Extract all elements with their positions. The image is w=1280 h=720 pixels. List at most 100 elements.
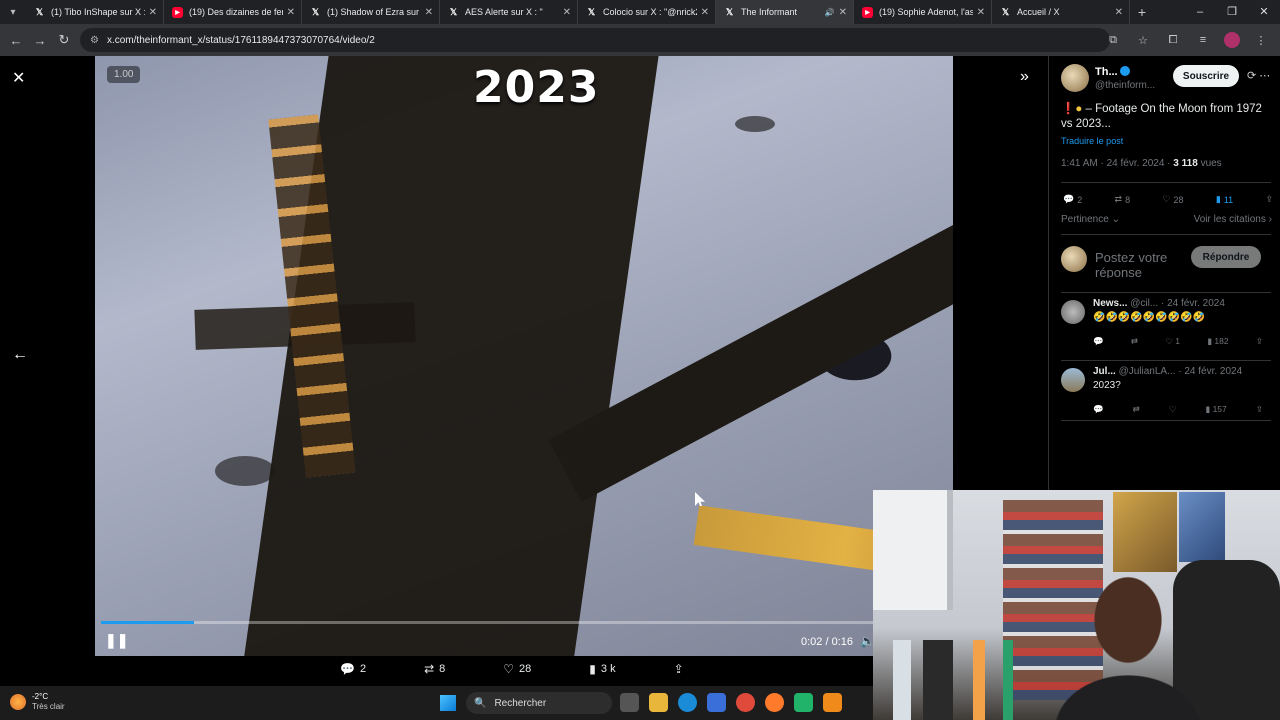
close-window-icon[interactable]: ✕ (1248, 0, 1280, 24)
media-control-icon[interactable]: ≡ (1190, 28, 1216, 52)
bookmark-star-icon[interactable]: ☆ (1130, 28, 1156, 52)
repost-icon[interactable]: ⇄ (1131, 336, 1138, 347)
reply-item[interactable]: Jul... @JulianLA... · 24 févr. 2024 2023… (1061, 366, 1273, 426)
close-tab-icon[interactable]: ✕ (149, 7, 157, 18)
task-view-icon[interactable] (620, 693, 639, 712)
extensions-icon[interactable]: ⧠ (1160, 28, 1186, 52)
repost-icon[interactable]: ⇄ (1133, 404, 1140, 415)
windows-start-icon[interactable] (440, 695, 456, 711)
reply-icon[interactable]: 💬 (1093, 404, 1104, 415)
reply-icon[interactable]: 💬 (1093, 336, 1104, 347)
close-tab-icon[interactable]: ✕ (287, 7, 295, 18)
browser-tab[interactable]: 𝕏 Colocio sur X : "@nrick21 ✕ (578, 0, 716, 24)
repost-button[interactable]: ⇄ 8 (424, 662, 445, 676)
close-tab-icon[interactable]: ✕ (701, 7, 709, 18)
reply-author[interactable]: News... (1093, 298, 1127, 309)
view-count: 157 (1212, 404, 1227, 414)
bookmark-button[interactable]: ▮ 11 (1216, 194, 1233, 205)
avatar[interactable] (1061, 64, 1089, 92)
close-icon[interactable]: ✕ (12, 68, 25, 88)
verified-badge-icon (1119, 66, 1130, 76)
close-tab-icon[interactable]: ✕ (977, 7, 985, 18)
like-button[interactable]: ♡ 28 (1162, 194, 1183, 205)
author-handle[interactable]: @theinform... (1095, 80, 1155, 91)
author-name[interactable]: Th... (1095, 66, 1130, 78)
collapse-panel-icon[interactable]: » (1020, 68, 1029, 86)
like-button[interactable]: ♡ (1169, 404, 1177, 415)
weather-widget[interactable]: -2°C Très clair (10, 692, 65, 712)
cam-person (1053, 560, 1203, 720)
browser-tab[interactable]: 𝕏 (1) Tibo InShape sur X : "E ✕ (26, 0, 164, 24)
browser-tab[interactable]: ▶ (19) Sophie Adenot, l'astr ✕ (854, 0, 992, 24)
reply-item[interactable]: News... @cil... · 24 févr. 2024 🤣🤣🤣🤣🤣🤣🤣🤣… (1061, 298, 1273, 358)
like-button[interactable]: ♡ 28 (503, 662, 531, 676)
tab-search-button[interactable]: ▾ (0, 0, 26, 24)
view-quotes-link[interactable]: Voir les citations › (1194, 214, 1272, 225)
taskbar-search[interactable]: 🔍 Rechercher (466, 692, 612, 714)
site-info-icon[interactable]: ⚙ (90, 35, 99, 46)
grok-icon[interactable]: ⟳ (1247, 70, 1256, 82)
reply-button[interactable]: 💬 2 (340, 662, 366, 676)
views-button[interactable]: ▮ 157 (1206, 404, 1227, 415)
views-button[interactable]: ▮ 3 k (589, 662, 615, 676)
playback-speed[interactable]: 1.00 (107, 66, 141, 83)
tweet-views-count: 3 118 (1173, 158, 1198, 169)
close-tab-icon[interactable]: ✕ (1115, 7, 1123, 18)
browser-tab-active[interactable]: 𝕏 The Informant 🔊 ✕ (716, 0, 854, 24)
reply-button[interactable]: 💬 2 (1063, 194, 1082, 205)
x-logo-icon: 𝕏 (587, 6, 596, 17)
profile-avatar[interactable] (1224, 32, 1240, 48)
more-icon[interactable]: ⋯ (1259, 70, 1270, 82)
video-player[interactable]: 2023 1.00 ❚❚ 0:02 / 0:16 🔈 (95, 56, 953, 656)
like-count: 28 (1173, 194, 1184, 205)
minimize-icon[interactable]: – (1184, 0, 1216, 24)
views-button[interactable]: ▮ 182 (1207, 336, 1228, 347)
audio-playing-icon[interactable]: 🔊 (825, 8, 835, 17)
like-button[interactable]: ♡ 1 (1165, 336, 1180, 347)
close-tab-icon[interactable]: ✕ (425, 7, 433, 18)
share-icon[interactable]: ⇪ (1256, 404, 1263, 415)
store-icon[interactable] (707, 693, 726, 712)
new-tab-button[interactable]: + (1130, 4, 1154, 20)
reply-input[interactable]: Postez votre réponse (1095, 250, 1185, 278)
browser-tab[interactable]: ▶ (19) Des dizaines de femme ✕ (164, 0, 302, 24)
sort-dropdown[interactable]: Pertinence ⌄ (1061, 214, 1120, 225)
edge-icon[interactable] (678, 693, 697, 712)
repost-button[interactable]: ⇄ 8 (1115, 194, 1131, 205)
share-icon[interactable]: ⇪ (1256, 336, 1263, 347)
vlc-icon[interactable] (823, 693, 842, 712)
maximize-icon[interactable]: ❐ (1216, 0, 1248, 24)
taskbar-apps (620, 693, 842, 712)
reply-author[interactable]: Jul... (1093, 366, 1116, 377)
share-button[interactable]: ⇪ (1265, 194, 1273, 205)
avatar[interactable] (1061, 300, 1085, 324)
browser-tab[interactable]: 𝕏 (1) Shadow of Ezra sur X ✕ (302, 0, 440, 24)
temperature: -2°C (32, 692, 49, 701)
address-bar[interactable]: ⚙ x.com/theinformant_x/status/1761189447… (80, 28, 1110, 52)
pause-icon[interactable]: ❚❚ (105, 632, 128, 649)
previous-arrow-icon[interactable]: ← (12, 346, 28, 364)
share-button[interactable]: ⇪ (674, 662, 684, 676)
heart-icon: ♡ (503, 662, 515, 676)
close-tab-icon[interactable]: ✕ (563, 7, 571, 18)
firefox-icon[interactable] (765, 693, 784, 712)
reload-icon[interactable]: ↻ (52, 32, 76, 48)
tweet-time[interactable]: 1:41 AM · 24 févr. 2024 · (1061, 158, 1171, 169)
video-progress-bar[interactable] (101, 621, 947, 624)
install-app-icon[interactable]: ⧉ (1100, 28, 1126, 52)
file-explorer-icon[interactable] (649, 693, 668, 712)
browser-tab[interactable]: 𝕏 AES Alerte sur X : " ✕ (440, 0, 578, 24)
close-tab-icon[interactable]: ✕ (839, 7, 847, 18)
browser-tab[interactable]: 𝕏 Accueil / X ✕ (992, 0, 1130, 24)
weather-text: -2°C Très clair (32, 692, 65, 712)
reply-submit-button[interactable]: Répondre (1191, 246, 1261, 268)
chrome-icon[interactable] (736, 693, 755, 712)
subscribe-button[interactable]: Souscrire (1173, 65, 1239, 87)
translate-link[interactable]: Traduire le post (1061, 136, 1123, 146)
app-icon[interactable] (794, 693, 813, 712)
url-text: x.com/theinformant_x/status/176118944737… (106, 34, 375, 46)
forward-icon[interactable]: → (28, 33, 52, 48)
back-icon[interactable]: ← (4, 33, 28, 48)
browser-menu-icon[interactable]: ⋮ (1248, 28, 1274, 52)
avatar[interactable] (1061, 368, 1085, 392)
